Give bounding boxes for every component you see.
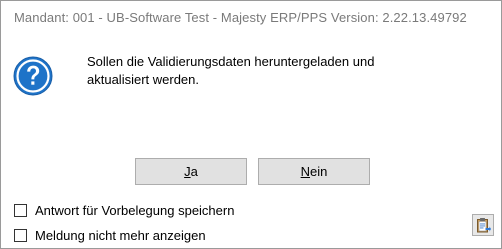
message-line-2: aktualisiert werden. (87, 72, 199, 87)
no-button-label: ein (310, 164, 328, 179)
yes-button-label: a (190, 164, 198, 179)
no-button-mnemonic: N (300, 164, 311, 179)
clipboard-icon (477, 218, 491, 233)
yes-button[interactable]: Ja (135, 158, 247, 185)
message-line-1: Sollen die Validierungsdaten heruntergel… (87, 54, 375, 69)
save-answer-option[interactable]: Antwort für Vorbelegung speichern (14, 201, 234, 219)
save-answer-label: Antwort für Vorbelegung speichern (35, 202, 235, 218)
dont-show-again-option[interactable]: Meldung nicht mehr anzeigen (14, 226, 206, 244)
dont-show-again-label: Meldung nicht mehr anzeigen (35, 227, 206, 243)
dont-show-again-checkbox[interactable] (14, 228, 27, 242)
message-dialog: Mandant: 001 - UB-Software Test - Majest… (0, 0, 502, 249)
window-title: Mandant: 001 - UB-Software Test - Majest… (14, 10, 467, 25)
dialog-message: Sollen die Validierungsdaten heruntergel… (87, 53, 477, 89)
save-answer-checkbox[interactable] (14, 203, 27, 217)
copy-to-clipboard-button[interactable] (472, 214, 494, 236)
title-bar[interactable]: Mandant: 001 - UB-Software Test - Majest… (1, 1, 501, 37)
no-button[interactable]: Nein (258, 158, 370, 185)
question-icon (13, 56, 53, 96)
